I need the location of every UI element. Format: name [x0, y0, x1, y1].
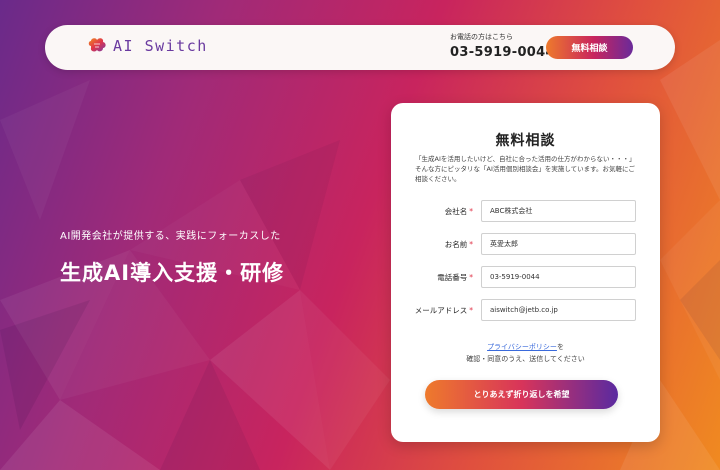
phone-input[interactable]	[481, 266, 636, 288]
privacy-notice: プライバシーポリシーを 確認・同意のうえ、送信してください	[391, 341, 660, 365]
field-name: お名前 *	[391, 233, 660, 255]
brain-icon	[88, 38, 106, 52]
field-company: 会社名 *	[391, 200, 660, 222]
hero-subtitle: AI開発会社が提供する、実践にフォーカスした	[60, 231, 281, 242]
logo-text: AI Switch	[113, 37, 208, 55]
field-label: 会社名 *	[444, 207, 473, 216]
required-mark: *	[469, 207, 473, 216]
required-mark: *	[469, 306, 473, 315]
email-input[interactable]	[481, 299, 636, 321]
privacy-policy-link[interactable]: プライバシーポリシー	[487, 343, 557, 351]
field-email: メールアドレス *	[391, 299, 660, 321]
form-description: 「生成AIを活用したいけど、自社に合った活用の仕方がわからない・・・」そんな方に…	[415, 155, 636, 183]
field-label: お名前 *	[444, 240, 473, 249]
free-consult-button[interactable]: 無料相談	[546, 36, 633, 59]
required-mark: *	[469, 273, 473, 282]
field-phone: 電話番号 *	[391, 266, 660, 288]
consultation-form: 無料相談 「生成AIを活用したいけど、自社に合った活用の仕方がわからない・・・」…	[391, 103, 660, 442]
field-label: 電話番号 *	[437, 273, 473, 282]
required-mark: *	[469, 240, 473, 249]
field-label: メールアドレス *	[414, 306, 473, 315]
logo[interactable]: AI Switch	[87, 37, 208, 55]
form-title: 無料相談	[495, 133, 556, 149]
submit-callback-button[interactable]: とりあえず折り返しを希望	[425, 380, 618, 409]
name-input[interactable]	[481, 233, 636, 255]
site-header: AI Switch お電話の方はこちら 03-5919-0044 無料相談	[45, 25, 675, 70]
phone-number[interactable]: 03-5919-0044	[450, 45, 555, 60]
phone-caption: お電話の方はこちら	[450, 33, 513, 41]
privacy-suffix: を	[556, 343, 564, 351]
privacy-note: 確認・同意のうえ、送信してください	[466, 355, 585, 363]
hero-title: 生成AI導入支援・研修	[60, 261, 285, 285]
company-input[interactable]	[481, 200, 636, 222]
